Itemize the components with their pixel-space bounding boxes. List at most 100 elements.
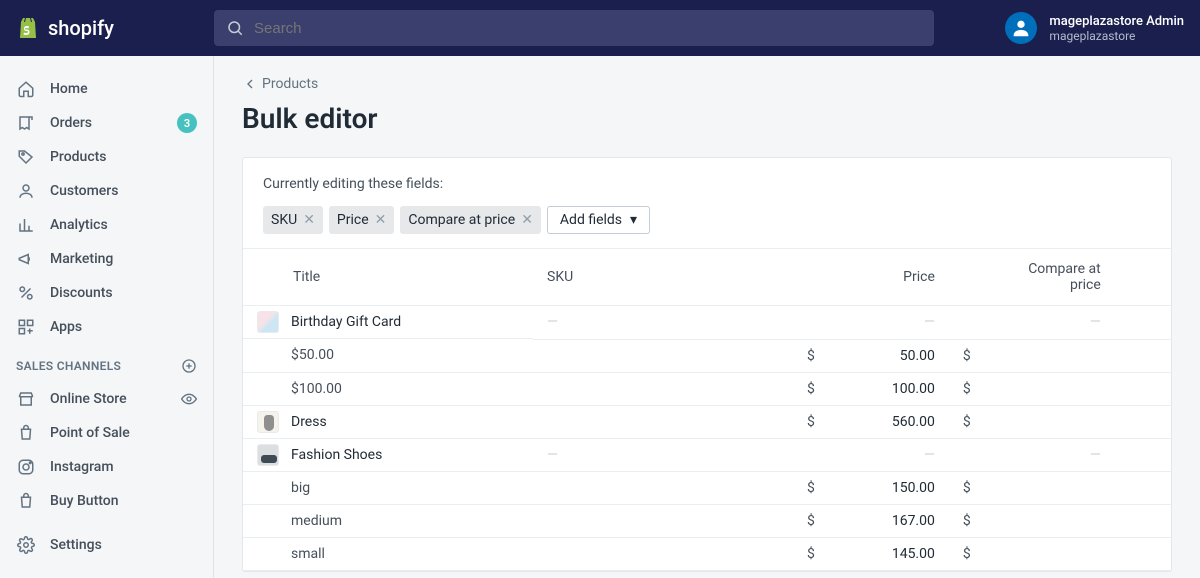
currency-symbol: $ <box>949 538 985 571</box>
gear-icon <box>16 535 36 555</box>
orders-badge: 3 <box>177 113 197 133</box>
logo[interactable]: shopify <box>16 16 214 40</box>
brand-label: shopify <box>48 16 114 40</box>
nav-label: Orders <box>50 115 92 131</box>
nav-label: Marketing <box>50 251 113 267</box>
product-row[interactable]: Dress$560.00$ <box>243 405 1171 439</box>
price-cell[interactable]: 150.00 <box>829 472 949 505</box>
section-label: SALES CHANNELS <box>16 359 121 373</box>
price-cell[interactable]: 100.00 <box>829 372 949 405</box>
sku-cell[interactable] <box>533 538 793 571</box>
sku-cell[interactable] <box>533 372 793 405</box>
field-tag-sku[interactable]: SKU✕ <box>263 206 323 234</box>
nav-analytics[interactable]: Analytics <box>0 208 213 242</box>
store-icon <box>16 389 36 409</box>
currency-symbol: $ <box>793 538 829 571</box>
row-title: medium <box>291 513 342 529</box>
price-cell[interactable]: 50.00 <box>829 339 949 372</box>
nav-label: Analytics <box>50 217 108 233</box>
product-row[interactable]: Fashion Shoes——— <box>243 439 1171 472</box>
nav-label: Apps <box>50 319 82 335</box>
topbar: shopify mageplazastore Admin mageplazast… <box>0 0 1200 56</box>
pos-bag-icon <box>16 423 36 443</box>
compare-cell[interactable] <box>985 505 1115 538</box>
search-input[interactable] <box>254 20 922 37</box>
nav-marketing[interactable]: Marketing <box>0 242 213 276</box>
currency-symbol: $ <box>793 372 829 405</box>
variant-row[interactable]: medium$167.00$ <box>243 505 1171 538</box>
variant-row[interactable]: $50.00$50.00$ <box>243 339 1171 372</box>
channel-point-of-sale[interactable]: Point of Sale <box>0 416 213 450</box>
nav-home[interactable]: Home <box>0 72 213 106</box>
product-row[interactable]: Birthday Gift Card — — — <box>243 306 1171 340</box>
compare-cell[interactable] <box>985 405 1115 439</box>
sales-channels-header: SALES CHANNELS <box>0 344 213 382</box>
channel-buy-button[interactable]: Buy Button <box>0 484 213 518</box>
search-box[interactable] <box>214 10 934 46</box>
product-thumbnail <box>257 444 279 466</box>
variant-row[interactable]: big$150.00$ <box>243 472 1171 505</box>
nav-apps[interactable]: Apps <box>0 310 213 344</box>
add-fields-button[interactable]: Add fields▾ <box>547 206 650 234</box>
currency-symbol: $ <box>949 372 985 405</box>
breadcrumb-label: Products <box>262 76 318 92</box>
channel-online-store[interactable]: Online Store <box>0 382 213 416</box>
eye-icon[interactable] <box>181 391 197 407</box>
currency-symbol <box>949 439 985 472</box>
variant-row[interactable]: small$145.00$ <box>243 538 1171 571</box>
nav-customers[interactable]: Customers <box>0 174 213 208</box>
page-title: Bulk editor <box>242 102 1172 135</box>
nav-settings[interactable]: Settings <box>0 528 213 562</box>
price-cell[interactable]: — <box>829 439 949 472</box>
nav-products[interactable]: Products <box>0 140 213 174</box>
currency-symbol <box>949 306 985 340</box>
person-icon <box>16 181 36 201</box>
row-title: Dress <box>291 414 327 430</box>
compare-cell[interactable]: — <box>985 306 1115 340</box>
shopify-bag-icon <box>16 16 40 40</box>
nav-label: Buy Button <box>50 493 119 509</box>
compare-cell[interactable] <box>985 339 1115 372</box>
instagram-icon <box>16 457 36 477</box>
tag-icon <box>16 147 36 167</box>
col-compare: Compare at price <box>985 249 1115 306</box>
price-cell[interactable]: 145.00 <box>829 538 949 571</box>
currency-symbol: $ <box>793 505 829 538</box>
sku-cell[interactable] <box>533 405 793 439</box>
price-cell[interactable]: 560.00 <box>829 405 949 439</box>
price-cell[interactable]: — <box>829 306 949 340</box>
sku-cell[interactable] <box>533 339 793 372</box>
currency-symbol: $ <box>949 339 985 372</box>
user-menu[interactable]: mageplazastore Admin mageplazastore <box>1005 12 1184 44</box>
nav-label: Settings <box>50 537 102 553</box>
sku-cell[interactable]: — <box>533 306 793 340</box>
nav-label: Online Store <box>50 391 127 407</box>
compare-cell[interactable]: — <box>985 439 1115 472</box>
close-icon[interactable]: ✕ <box>303 212 315 228</box>
nav-label: Home <box>50 81 88 97</box>
currency-symbol: $ <box>949 472 985 505</box>
row-title: Birthday Gift Card <box>291 314 401 330</box>
price-cell[interactable]: 167.00 <box>829 505 949 538</box>
sku-cell[interactable] <box>533 505 793 538</box>
compare-cell[interactable] <box>985 538 1115 571</box>
field-tag-compare-at-price[interactable]: Compare at price✕ <box>400 206 541 234</box>
compare-cell[interactable] <box>985 472 1115 505</box>
close-icon[interactable]: ✕ <box>521 212 533 228</box>
breadcrumb-back[interactable]: Products <box>242 76 1172 92</box>
add-channel-icon[interactable] <box>181 358 197 374</box>
sku-cell[interactable] <box>533 472 793 505</box>
nav-discounts[interactable]: Discounts <box>0 276 213 310</box>
col-price: Price <box>829 249 949 306</box>
field-tag-price[interactable]: Price✕ <box>329 206 394 234</box>
close-icon[interactable]: ✕ <box>375 212 387 228</box>
bulk-editor-table: Title SKU Price Compare at price Birthda… <box>243 248 1171 571</box>
sku-cell[interactable]: — <box>533 439 793 472</box>
compare-cell[interactable] <box>985 372 1115 405</box>
currency-symbol <box>793 306 829 340</box>
chevron-left-icon <box>242 76 258 92</box>
channel-instagram[interactable]: Instagram <box>0 450 213 484</box>
bulk-editor-card: Currently editing these fields: SKU✕ Pri… <box>242 157 1172 572</box>
nav-orders[interactable]: Orders 3 <box>0 106 213 140</box>
variant-row[interactable]: $100.00$100.00$ <box>243 372 1171 405</box>
